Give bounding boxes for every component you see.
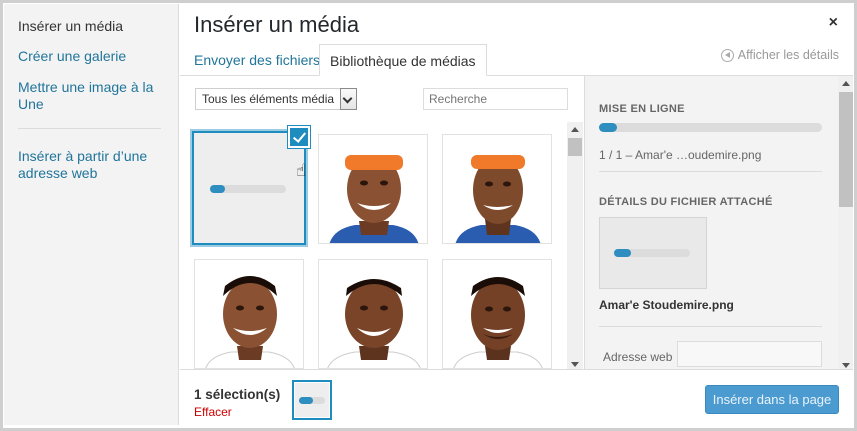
sidebar-item-featured-image[interactable]: Mettre une image à la Une	[18, 79, 168, 113]
media-grid	[180, 122, 580, 372]
player-photo-icon	[455, 155, 541, 243]
show-details-label: Afficher les détails	[737, 48, 839, 62]
web-address-label: Adresse web	[603, 350, 673, 364]
media-sidebar: Insérer un média Créer une galerie Mettr…	[4, 4, 179, 425]
attachment-details-panel: MISE EN LIGNE 1 / 1 – Amar'e …oudemire.p…	[584, 76, 853, 373]
web-address-input[interactable]	[677, 341, 822, 367]
scroll-up-icon[interactable]	[838, 76, 853, 90]
sidebar-item-create-gallery[interactable]: Créer une galerie	[18, 48, 168, 65]
search-input[interactable]	[423, 88, 568, 110]
arrow-left-circle-icon	[720, 48, 734, 62]
tile-upload-progress	[210, 185, 286, 193]
upload-heading: MISE EN LIGNE	[599, 103, 685, 115]
panel-divider	[599, 171, 822, 172]
selection-thumbnail-progress	[299, 397, 325, 404]
media-toolbar-footer: 1 sélection(s) Effacer Insérer dans la p…	[180, 369, 853, 425]
scroll-up-icon[interactable]	[567, 122, 583, 136]
grid-scrollbar[interactable]	[567, 122, 583, 372]
media-filter-value: Tous les éléments média	[202, 92, 335, 106]
media-tile-player-1[interactable]	[318, 134, 428, 244]
chevron-down-icon[interactable]	[340, 88, 357, 110]
attachment-file-name: Amar'e Stoudemire.png	[599, 298, 734, 312]
media-tile-player-5[interactable]	[442, 259, 552, 369]
grid-scroll-thumb[interactable]	[568, 138, 582, 156]
media-tile-player-3[interactable]	[194, 259, 304, 369]
panel-scroll-thumb[interactable]	[839, 92, 853, 207]
details-heading: DÉTAILS DU FICHIER ATTACHÉ	[599, 196, 773, 208]
selection-thumbnail-progress-fill	[299, 397, 314, 404]
sidebar-item-insert-media[interactable]: Insérer un média	[18, 18, 168, 35]
attachment-thumbnail	[599, 217, 707, 289]
tab-media-library[interactable]: Bibliothèque de médias	[319, 44, 487, 76]
tab-upload-files[interactable]: Envoyer des fichiers	[184, 44, 330, 76]
tile-upload-progress-fill	[210, 185, 226, 193]
upload-progress-bar	[599, 123, 822, 132]
selection-thumbnail[interactable]	[292, 380, 332, 420]
player-photo-icon	[453, 277, 543, 368]
panel-divider-2	[599, 326, 822, 327]
selection-count: 1 sélection(s)	[194, 387, 281, 402]
media-tile-uploading[interactable]	[192, 131, 306, 245]
insert-into-page-button[interactable]: Insérer dans la page	[705, 385, 839, 414]
clear-selection-link[interactable]: Effacer	[194, 405, 232, 419]
player-photo-icon	[329, 155, 419, 243]
thumbnail-progress	[614, 249, 690, 257]
close-icon[interactable]: ×	[829, 14, 838, 32]
player-photo-icon	[205, 276, 295, 368]
selected-check-icon[interactable]	[288, 126, 310, 148]
upload-progress-fill	[599, 123, 617, 132]
player-photo-icon	[327, 279, 421, 368]
sidebar-divider	[18, 128, 161, 129]
sidebar-item-insert-from-url[interactable]: Insérer à partir d’une adresse web	[18, 148, 168, 182]
hand-cursor-icon: ☝	[296, 161, 307, 180]
show-details-link[interactable]: Afficher les détails	[720, 48, 839, 62]
modal-title: Insérer un média	[194, 12, 360, 37]
panel-scrollbar[interactable]	[838, 76, 853, 373]
media-filter-select[interactable]: Tous les éléments média	[195, 88, 357, 110]
media-tile-player-4[interactable]	[318, 259, 428, 369]
media-main: Insérer un média × Envoyer des fichiers …	[180, 4, 853, 425]
media-tile-player-2[interactable]	[442, 134, 552, 244]
upload-status: 1 / 1 – Amar'e …oudemire.png	[599, 148, 762, 162]
thumbnail-progress-fill	[614, 249, 631, 257]
